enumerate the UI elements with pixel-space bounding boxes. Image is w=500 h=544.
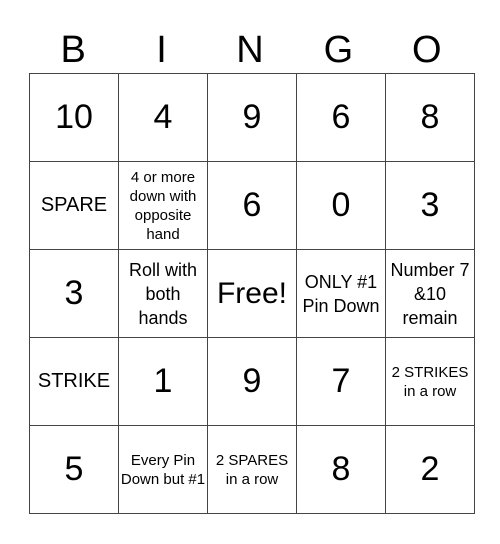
bingo-cell-i-2[interactable]: 4 or more down with opposite hand (118, 161, 208, 250)
bingo-cell-i-4[interactable]: 1 (118, 337, 208, 426)
bingo-cell-o-3[interactable]: Number 7 &10 remain (385, 249, 475, 338)
bingo-cell-o-4[interactable]: 2 STRIKES in a row (385, 337, 475, 426)
bingo-header: B I N G O (29, 28, 471, 72)
bingo-cell-b-4[interactable]: STRIKE (29, 337, 119, 426)
bingo-cell-n-5[interactable]: 2 SPARES in a row (207, 425, 297, 514)
header-letter-b: B (60, 29, 86, 71)
header-letter-n: N (236, 29, 264, 71)
bingo-row: 3 Roll with both hands Free! ONLY #1 Pin Do… (29, 249, 475, 338)
bingo-row: SPARE 4 or more down with opposite hand 6 0… (29, 161, 475, 250)
bingo-cell-o-2[interactable]: 3 (385, 161, 475, 250)
bingo-row: 10 4 9 6 8 (29, 73, 475, 162)
bingo-cell-n-1[interactable]: 9 (207, 73, 297, 162)
bingo-cell-g-3[interactable]: ONLY #1 Pin Down (296, 249, 386, 338)
bingo-row: 5 Every Pin Down but #1 2 SPARES in a row 8… (29, 425, 475, 514)
bingo-cell-g-4[interactable]: 7 (296, 337, 386, 426)
bingo-cell-i-3[interactable]: Roll with both hands (118, 249, 208, 338)
bingo-cell-g-5[interactable]: 8 (296, 425, 386, 514)
bingo-cell-n-2[interactable]: 6 (207, 161, 297, 250)
bingo-cell-o-1[interactable]: 8 (385, 73, 475, 162)
bingo-cell-b-1[interactable]: 10 (29, 73, 119, 162)
bingo-cell-o-5[interactable]: 2 (385, 425, 475, 514)
bingo-cell-n-4[interactable]: 9 (207, 337, 297, 426)
bingo-cell-b-3[interactable]: 3 (29, 249, 119, 338)
bingo-row: STRIKE 1 9 7 2 STRIKES in a row (29, 337, 475, 426)
header-letter-i: I (156, 29, 167, 71)
bingo-cell-i-5[interactable]: Every Pin Down but #1 (118, 425, 208, 514)
bingo-cell-b-2[interactable]: SPARE (29, 161, 119, 250)
bingo-cell-g-1[interactable]: 6 (296, 73, 386, 162)
bingo-cell-g-2[interactable]: 0 (296, 161, 386, 250)
free-space-cell[interactable]: Free! (207, 249, 297, 338)
bingo-cell-b-5[interactable]: 5 (29, 425, 119, 514)
header-letter-o: O (411, 29, 442, 71)
bingo-cell-i-1[interactable]: 4 (118, 73, 208, 162)
header-letter-g: G (323, 29, 354, 71)
bingo-grid: 10 4 9 6 8 SPARE 4 or more down with opposite … (29, 73, 475, 514)
